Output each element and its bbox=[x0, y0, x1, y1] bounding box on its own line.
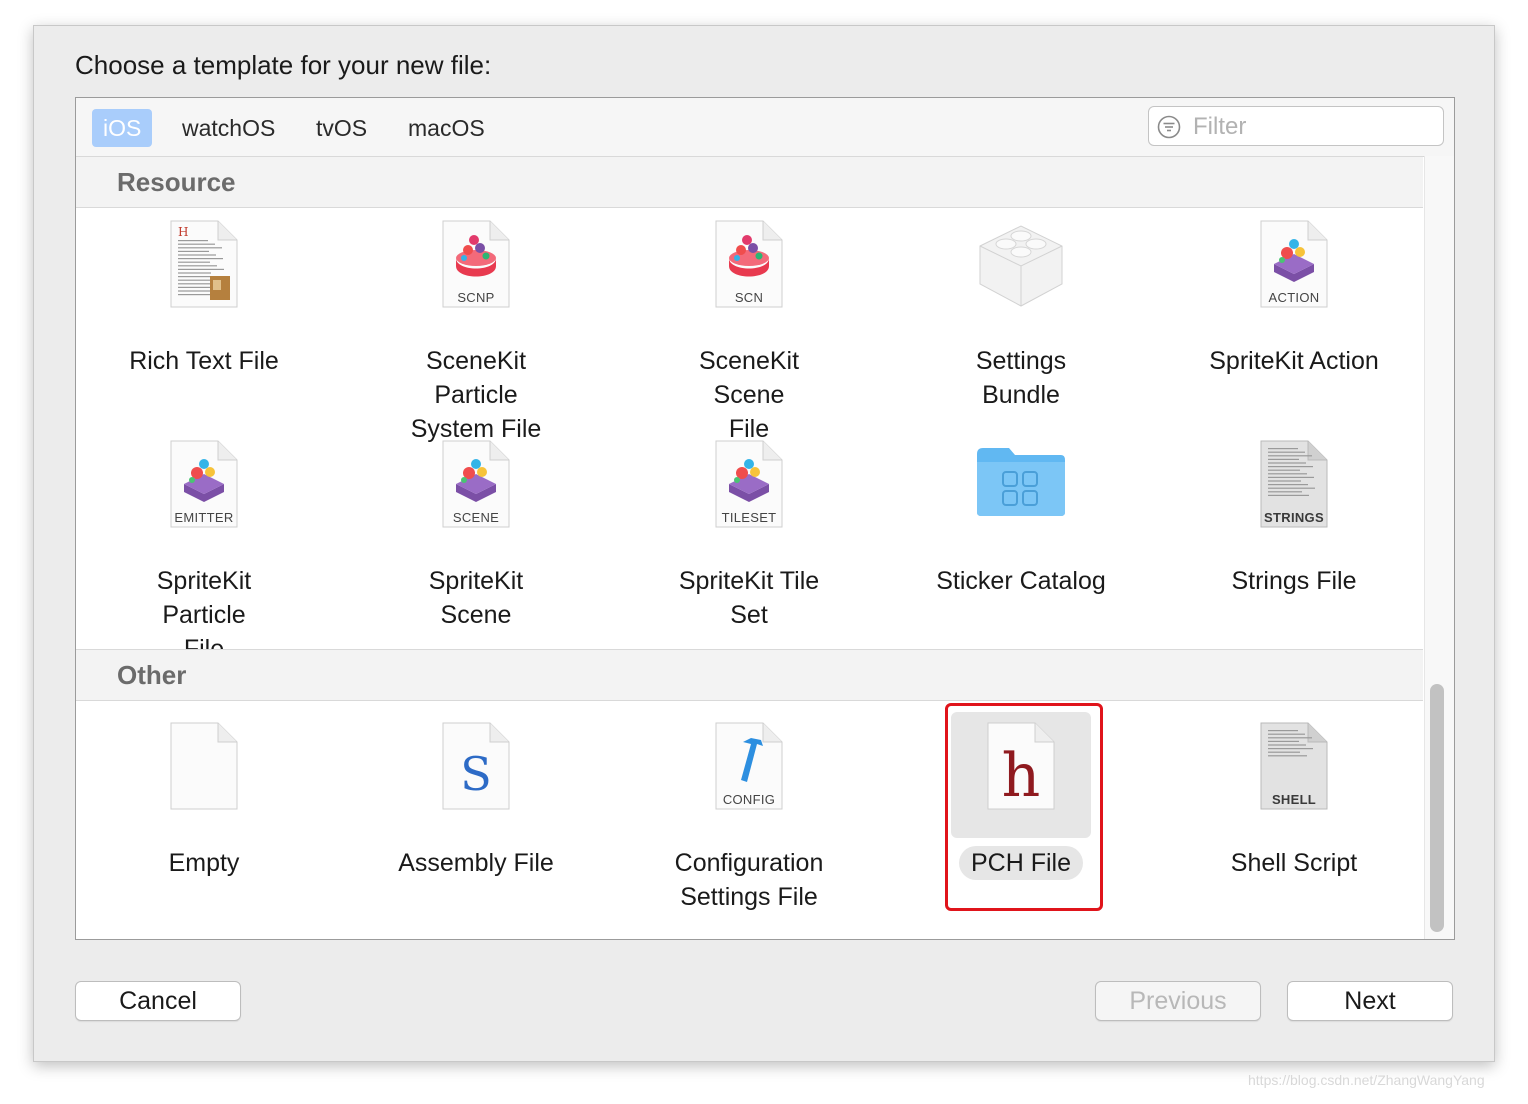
dialog-prompt: Choose a template for your new file: bbox=[75, 50, 492, 80]
template-tile[interactable]: SCENE SpriteKit Scene bbox=[378, 430, 574, 632]
template-tile[interactable]: TILESET SpriteKit Tile Set bbox=[651, 430, 847, 632]
assembly-s-icon: S bbox=[406, 712, 546, 838]
config-hammer-icon: CONFIG bbox=[679, 712, 819, 838]
shell-script-icon: SHELL bbox=[1224, 712, 1364, 838]
folder-icon bbox=[951, 430, 1091, 556]
file-type-tag: CONFIG bbox=[722, 792, 776, 807]
template-label: Sticker Catalog bbox=[936, 567, 1106, 595]
rich-text-document-icon: H bbox=[134, 210, 274, 336]
template-tile[interactable]: Empty bbox=[106, 712, 302, 880]
filter-field[interactable] bbox=[1148, 106, 1444, 146]
tab-macos[interactable]: macOS bbox=[397, 109, 496, 147]
cancel-button[interactable]: Cancel bbox=[75, 981, 241, 1021]
spritekit-action-icon: ACTION bbox=[1224, 210, 1364, 336]
previous-button[interactable]: Previous bbox=[1095, 981, 1261, 1021]
section-header-resource: Resource bbox=[76, 156, 1423, 208]
file-type-tag: STRINGS bbox=[1264, 510, 1324, 525]
blank-document-icon bbox=[134, 712, 274, 838]
template-label: Rich Text File bbox=[129, 347, 279, 375]
template-label: Assembly File bbox=[398, 849, 554, 877]
filter-input[interactable] bbox=[1191, 110, 1435, 144]
file-type-tag: SCN bbox=[734, 290, 764, 305]
template-label: SpriteKit Scene bbox=[428, 567, 524, 629]
file-type-tag: EMITTER bbox=[174, 510, 234, 525]
template-tile[interactable]: ACTION SpriteKit Action bbox=[1196, 210, 1392, 378]
template-tile[interactable]: EMITTERSpriteKit ParticleFile bbox=[106, 430, 302, 666]
file-type-tag: ACTION bbox=[1268, 290, 1320, 305]
template-tile[interactable]: SCN SceneKit Scene File bbox=[651, 210, 847, 446]
filter-icon bbox=[1157, 115, 1181, 139]
svg-text:S: S bbox=[460, 747, 492, 801]
template-tile[interactable]: SHELL Shell Script bbox=[1196, 712, 1392, 880]
tab-watchos[interactable]: watchOS bbox=[171, 109, 286, 147]
spritekit-scene-icon: SCENE bbox=[406, 430, 546, 556]
scenekit-scene-icon: SCN bbox=[679, 210, 819, 336]
highlight-outline bbox=[945, 703, 1103, 911]
tab-ios[interactable]: iOS bbox=[92, 109, 153, 147]
tab-tvos[interactable]: tvOS bbox=[305, 109, 378, 147]
svg-text:H: H bbox=[178, 225, 188, 239]
template-label: Configuration Settings File bbox=[674, 849, 824, 911]
file-type-tag: TILESET bbox=[721, 510, 777, 525]
template-label: SpriteKit Action bbox=[1209, 347, 1379, 375]
template-chooser: iOS watchOS tvOS macOS Resource H bbox=[75, 97, 1455, 940]
template-tile[interactable]: H Rich Text File bbox=[106, 210, 302, 378]
platform-tab-bar: iOS watchOS tvOS macOS bbox=[76, 98, 1454, 157]
template-label: SpriteKit Tile Set bbox=[678, 567, 820, 629]
template-tile[interactable]: S Assembly File bbox=[378, 712, 574, 880]
spritekit-tileset-icon: TILESET bbox=[679, 430, 819, 556]
scenekit-particle-icon: SCNP bbox=[406, 210, 546, 336]
template-tile[interactable]: Settings Bundle bbox=[923, 210, 1119, 412]
section-title-resource: Resource bbox=[117, 167, 236, 197]
lego-brick-icon bbox=[951, 210, 1091, 336]
template-tile[interactable]: Sticker Catalog bbox=[923, 430, 1119, 598]
file-type-tag: SCENE bbox=[452, 510, 500, 525]
spritekit-emitter-icon: EMITTER bbox=[134, 430, 274, 556]
template-tile[interactable]: SCNP SceneKit Particle System File bbox=[378, 210, 574, 446]
watermark: https://blog.csdn.net/ZhangWangYang bbox=[1248, 1072, 1485, 1088]
template-tile[interactable]: STRINGS Strings File bbox=[1196, 430, 1392, 598]
section-header-other: Other bbox=[76, 649, 1423, 701]
section-title-other: Other bbox=[117, 660, 187, 690]
template-label: Shell Script bbox=[1230, 849, 1358, 877]
file-type-tag: SHELL bbox=[1271, 792, 1317, 807]
template-label: Empty bbox=[168, 849, 240, 877]
new-file-dialog: Choose a template for your new file: iOS… bbox=[33, 25, 1495, 1062]
file-type-tag: SCNP bbox=[457, 290, 495, 305]
template-label: Settings Bundle bbox=[975, 347, 1067, 409]
template-tile[interactable]: CONFIG Configuration Settings File bbox=[651, 712, 847, 914]
next-button[interactable]: Next bbox=[1287, 981, 1453, 1021]
scrollbar-thumb[interactable] bbox=[1430, 684, 1444, 932]
strings-file-icon: STRINGS bbox=[1224, 430, 1364, 556]
template-label: Strings File bbox=[1231, 567, 1357, 595]
